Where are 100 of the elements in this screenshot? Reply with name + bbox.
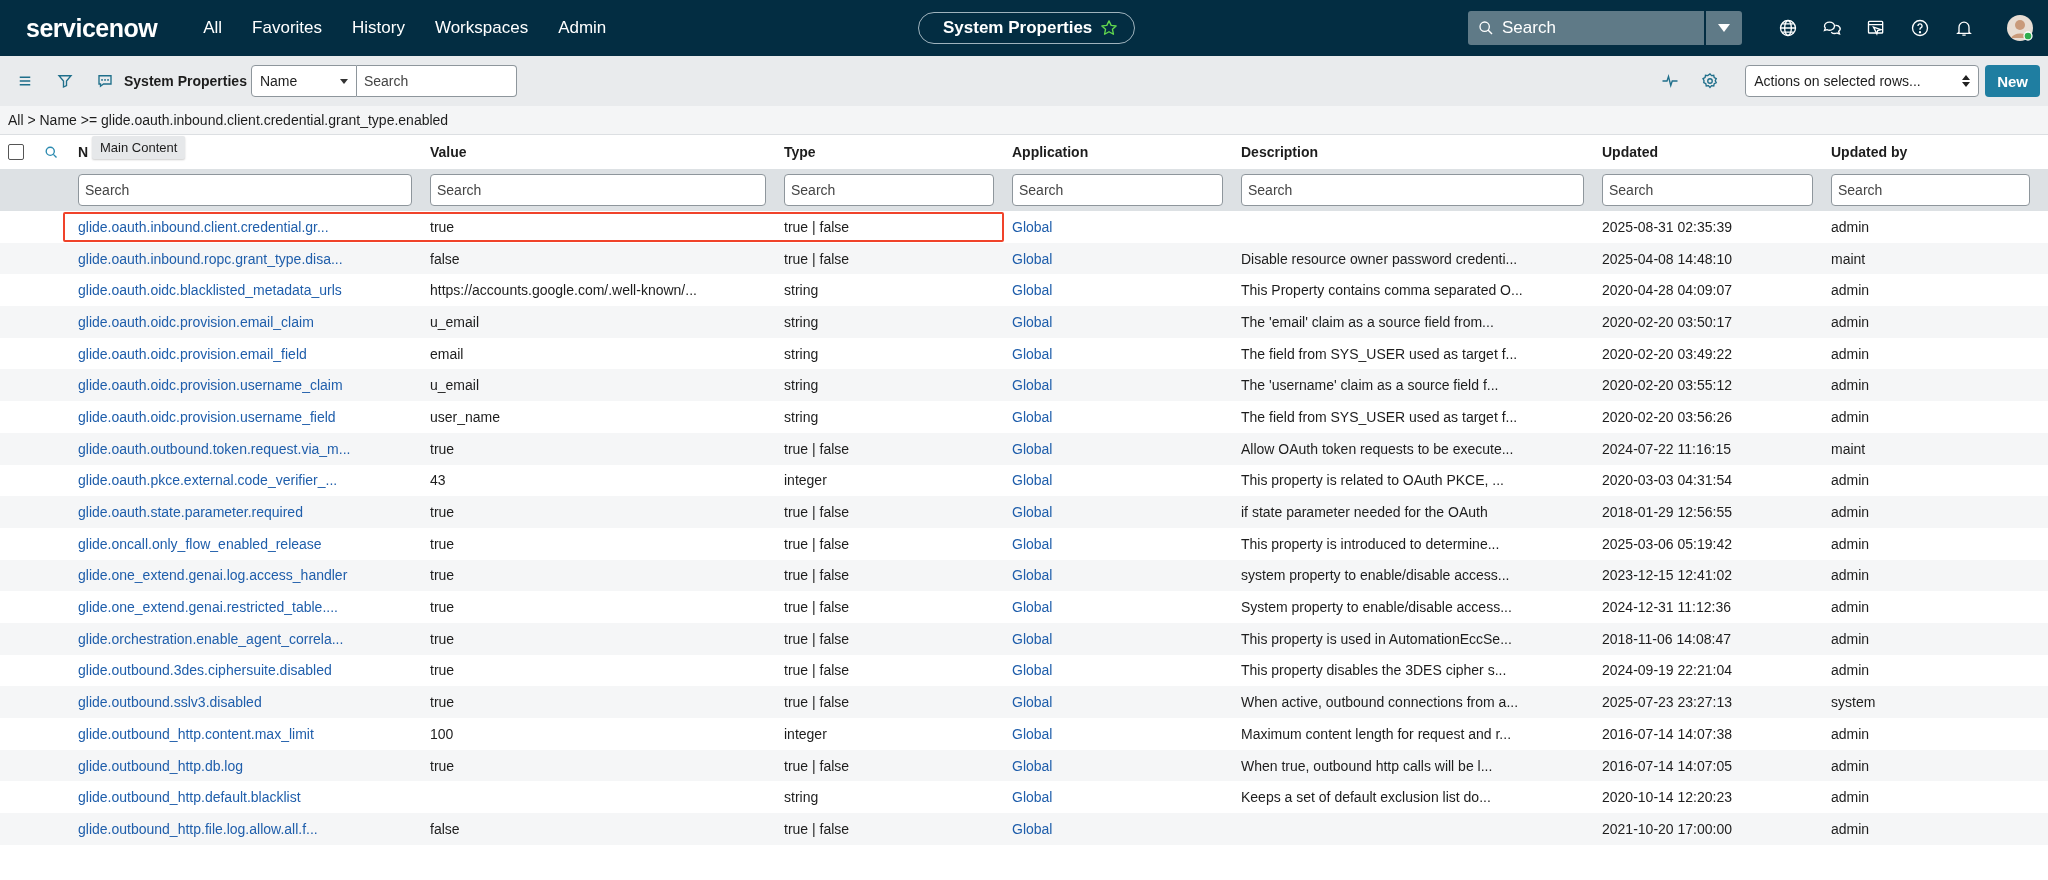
avatar-icon[interactable] <box>2006 14 2034 42</box>
table-cell: admin <box>1831 630 1870 647</box>
property-name-link[interactable]: glide.oauth.oidc.provision.username_field <box>78 408 336 425</box>
application-link[interactable]: Global <box>1012 282 1053 299</box>
property-name-link[interactable]: glide.one_extend.genai.restricted_table.... <box>78 599 338 616</box>
global-search-box[interactable]: Search <box>1468 11 1704 45</box>
nav-link[interactable]: Workspaces <box>434 18 529 38</box>
screen-cursor-icon[interactable] <box>1866 18 1886 38</box>
application-link[interactable]: Global <box>1012 313 1053 330</box>
table-cell: true | false <box>784 504 850 521</box>
field-select[interactable]: Name <box>250 65 357 97</box>
application-link[interactable]: Global <box>1012 250 1053 267</box>
list-search-field[interactable]: Search <box>356 65 517 97</box>
application-link[interactable]: Global <box>1012 820 1053 837</box>
column-search-field[interactable]: Search <box>430 174 766 206</box>
table-cell: This property disables the 3DES cipher s... <box>1241 662 1507 679</box>
property-name-link[interactable]: glide.oncall.only_flow_enabled_release <box>78 535 322 552</box>
column-header[interactable]: Application <box>1012 144 1089 160</box>
property-name-link[interactable]: glide.oauth.oidc.provision.username_claim <box>78 377 343 394</box>
application-link[interactable]: Global <box>1012 757 1053 774</box>
property-name-link[interactable]: glide.oauth.outbound.token.request.via_m... <box>78 440 351 457</box>
property-name-link[interactable]: glide.outbound_http.file.log.allow.all.f... <box>78 820 318 837</box>
table-cell: maint <box>1831 440 1866 457</box>
table-cell: true <box>430 567 455 584</box>
table-cell: 2021-10-20 17:00:00 <box>1602 820 1732 837</box>
application-link[interactable]: Global <box>1012 408 1053 425</box>
application-link[interactable]: Global <box>1012 725 1053 742</box>
table-cell: admin <box>1831 820 1870 837</box>
column-header[interactable]: Description <box>1241 144 1318 160</box>
table-cell: maint <box>1831 250 1866 267</box>
property-name-link[interactable]: glide.oauth.oidc.provision.email_field <box>78 345 307 362</box>
table-cell: string <box>784 313 819 330</box>
application-link[interactable]: Global <box>1012 694 1053 711</box>
property-name-link[interactable]: glide.outbound_http.default.blacklist <box>78 789 301 806</box>
property-name-link[interactable]: glide.outbound_http.db.log <box>78 757 244 774</box>
property-name-link[interactable]: glide.orchestration.enable_agent_correla... <box>78 630 344 647</box>
property-name-link[interactable]: glide.one_extend.genai.log.access_handler <box>78 567 348 584</box>
globe-icon[interactable] <box>1778 18 1798 38</box>
nav-link[interactable]: All <box>203 18 223 38</box>
table-cell: 2016-07-14 14:07:38 <box>1602 725 1732 742</box>
column-header[interactable]: Value <box>430 144 467 160</box>
property-name-link[interactable]: glide.oauth.pkce.external.code_verifier_... <box>78 472 338 489</box>
table-cell: This property is used in AutomationEccSe... <box>1241 630 1512 647</box>
column-header[interactable]: N <box>78 144 89 160</box>
column-search-field[interactable]: Search <box>1012 174 1223 206</box>
property-name-link[interactable]: glide.oauth.inbound.ropc.grant_type.disa... <box>78 250 343 267</box>
new-button[interactable]: New <box>1985 65 2040 97</box>
column-search-field[interactable]: Search <box>1831 174 2030 206</box>
application-link[interactable]: Global <box>1012 504 1053 521</box>
property-name-link[interactable]: glide.outbound_http.content.max_limit <box>78 725 314 742</box>
nav-link[interactable]: History <box>352 18 405 38</box>
column-search-field[interactable]: Search <box>784 174 994 206</box>
table-cell: integer <box>784 472 827 489</box>
select-all-checkbox[interactable] <box>8 144 24 160</box>
nav-link[interactable]: Favorites <box>252 18 322 38</box>
property-name-link[interactable]: glide.oauth.oidc.provision.email_claim <box>78 313 314 330</box>
column-header[interactable]: Type <box>784 144 816 160</box>
column-search-field[interactable]: Search <box>78 174 412 206</box>
star-icon[interactable] <box>1100 19 1119 37</box>
property-name-link[interactable]: glide.oauth.state.parameter.required <box>78 504 303 521</box>
application-link[interactable]: Global <box>1012 567 1053 584</box>
nav-link[interactable]: Admin <box>558 18 607 38</box>
pulse-icon[interactable] <box>1661 72 1680 90</box>
breadcrumb-link[interactable]: All > Name >= glide.oauth.inbound.client.credential.grant_type.enabled <box>8 112 449 128</box>
application-link[interactable]: Global <box>1012 662 1053 679</box>
table-cell: admin <box>1831 377 1870 394</box>
logo[interactable]: servicenow <box>26 13 158 43</box>
application-link[interactable]: Global <box>1012 218 1053 235</box>
column-header[interactable]: Updated by <box>1831 144 1908 160</box>
application-link[interactable]: Global <box>1012 472 1053 489</box>
column-search-field[interactable]: Search <box>1241 174 1584 206</box>
settings-icon[interactable] <box>1701 72 1720 90</box>
table-cell: admin <box>1831 504 1870 521</box>
table-cell: true | false <box>784 250 850 267</box>
property-name-link[interactable]: glide.outbound.sslv3.disabled <box>78 694 262 711</box>
column-header[interactable]: Updated <box>1602 144 1658 160</box>
table-cell: true <box>430 440 455 457</box>
filter-icon[interactable] <box>56 72 74 90</box>
application-link[interactable]: Global <box>1012 440 1053 457</box>
column-search-field[interactable]: Search <box>1602 174 1813 206</box>
comment-icon[interactable] <box>96 72 114 90</box>
application-link[interactable]: Global <box>1012 535 1053 552</box>
table-cell: admin <box>1831 408 1870 425</box>
property-name-link[interactable]: glide.oauth.oidc.blacklisted_metadata_urls <box>78 282 342 299</box>
application-link[interactable]: Global <box>1012 377 1053 394</box>
application-link[interactable]: Global <box>1012 630 1053 647</box>
application-link[interactable]: Global <box>1012 789 1053 806</box>
application-link[interactable]: Global <box>1012 599 1053 616</box>
search-scope-dropdown[interactable] <box>1706 11 1742 45</box>
property-name-link[interactable]: glide.oauth.inbound.client.credential.gr... <box>78 218 329 235</box>
table-cell: 2020-02-20 03:56:26 <box>1602 408 1732 425</box>
application-link[interactable]: Global <box>1012 345 1053 362</box>
list-title: System Properties <box>124 73 247 89</box>
actions-select[interactable]: Actions on selected rows... <box>1745 65 1980 97</box>
property-name-link[interactable]: glide.outbound.3des.ciphersuite.disabled <box>78 662 332 679</box>
help-icon[interactable] <box>1910 18 1930 38</box>
search-icon[interactable] <box>44 144 59 160</box>
global-search-field[interactable]: Search <box>1502 11 1694 45</box>
table-cell: true | false <box>784 694 850 711</box>
table-cell: true | false <box>784 820 850 837</box>
